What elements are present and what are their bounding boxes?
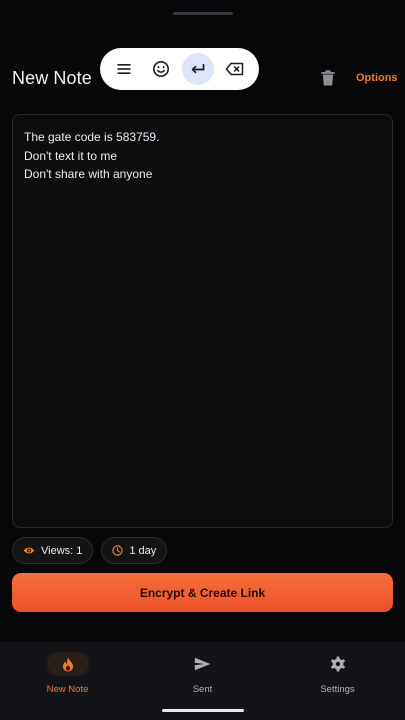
note-line: The gate code is 583759.: [24, 130, 160, 144]
options-button[interactable]: Options: [356, 72, 398, 84]
enter-button[interactable]: [181, 53, 214, 85]
nav-item-label: Settings: [320, 684, 355, 695]
views-chip[interactable]: Views: 1: [12, 537, 94, 564]
gear-icon: [330, 656, 345, 672]
nav-item-label: New Note: [46, 684, 89, 695]
trash-icon: [321, 70, 335, 86]
home-indicator[interactable]: [162, 709, 244, 712]
app-screen: New Note Options The gate code is 583759…: [0, 0, 405, 720]
nav-icon-container: [46, 652, 89, 676]
views-chip-label: Views: 1: [41, 544, 83, 557]
clock-icon: [112, 545, 124, 556]
note-line: Don't text it to me: [24, 148, 117, 163]
expiry-chip[interactable]: 1 day: [101, 537, 168, 564]
send-icon: [194, 657, 211, 671]
eye-icon: [23, 547, 35, 554]
note-editor[interactable]: The gate code is 583759. Don't text it t…: [12, 114, 393, 528]
menu-icon: [117, 64, 131, 74]
nav-item-label: Sent: [192, 684, 213, 695]
nav-item-new-note[interactable]: New Note: [0, 642, 135, 720]
enter-icon: [191, 64, 205, 74]
flame-icon: [62, 657, 73, 671]
delete-button[interactable]: [318, 68, 338, 88]
backspace-icon: [225, 62, 243, 76]
nav-icon-container: [317, 652, 359, 676]
keyboard-toolbar: [100, 48, 259, 90]
emoji-icon: [153, 61, 170, 77]
expiry-chip-label: 1 day: [129, 544, 157, 557]
backspace-button[interactable]: [219, 53, 251, 85]
page-title: New Note: [12, 68, 92, 88]
drag-handle[interactable]: [173, 12, 233, 15]
encrypt-create-link-button[interactable]: Encrypt & Create Link: [12, 573, 393, 612]
menu-button[interactable]: [108, 53, 140, 85]
nav-icon-container: [182, 652, 224, 676]
note-line: Don't share with anyone: [24, 167, 153, 181]
nav-item-settings[interactable]: Settings: [270, 642, 405, 720]
note-settings-chips: Views: 1 1 day: [12, 537, 168, 564]
emoji-button[interactable]: [145, 53, 177, 85]
